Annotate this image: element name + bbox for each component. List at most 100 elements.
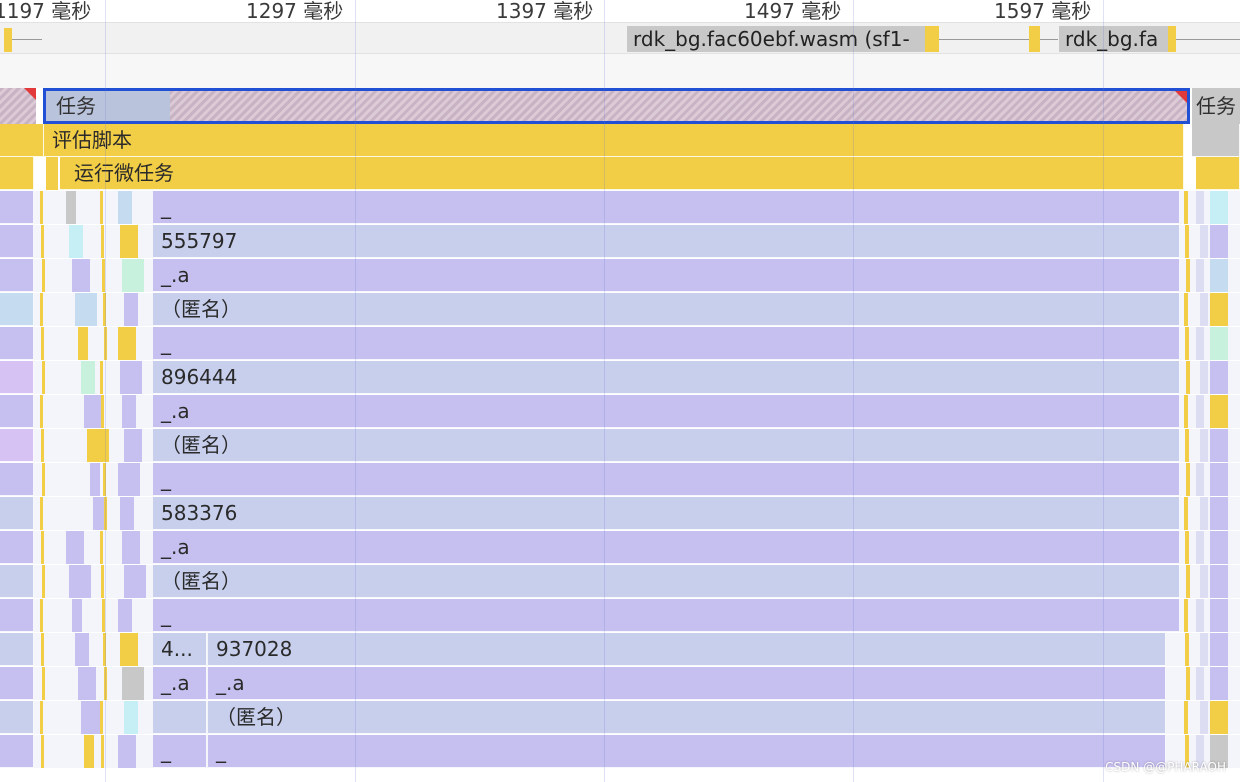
function-call-bar[interactable]: _	[153, 735, 207, 768]
slice[interactable]	[0, 735, 34, 768]
slice	[1210, 191, 1228, 224]
slice[interactable]	[0, 157, 34, 190]
slice[interactable]	[0, 531, 34, 564]
function-call-bar[interactable]: _	[208, 735, 1166, 768]
function-name: _.a	[161, 263, 190, 287]
slice[interactable]	[0, 225, 34, 258]
function-call-bar[interactable]: （匿名）	[153, 293, 1180, 326]
slice	[101, 395, 104, 428]
slice	[1185, 327, 1189, 360]
slice[interactable]	[0, 259, 34, 292]
slice	[122, 531, 140, 564]
slice[interactable]	[0, 463, 34, 496]
function-call-bar[interactable]: （匿名）	[153, 429, 1180, 462]
run-microtasks-bar[interactable]: 运行微任务	[60, 157, 1184, 190]
slice	[40, 293, 43, 326]
slice	[42, 463, 45, 496]
timeline-ruler[interactable]: 1197 毫秒 1297 毫秒 1397 毫秒 1497 毫秒 1597 毫秒	[0, 0, 1240, 23]
slice	[40, 497, 43, 530]
function-call-bar[interactable]: _.a	[153, 531, 1180, 564]
slice	[1184, 497, 1188, 530]
task-bar-selected[interactable]: 任务	[43, 88, 1190, 124]
slice	[40, 599, 43, 632]
network-request-small[interactable]	[1029, 26, 1040, 52]
function-call-bar[interactable]: _	[153, 599, 1180, 632]
slice	[41, 225, 44, 258]
slice[interactable]	[0, 599, 34, 632]
slice	[1210, 225, 1228, 258]
function-call-bar[interactable]: _.a	[153, 667, 207, 700]
function-name: 583376	[161, 501, 238, 525]
slice	[102, 429, 105, 462]
slice	[78, 667, 96, 700]
slice	[1184, 293, 1188, 326]
function-call-bar[interactable]: （匿名）	[208, 701, 1166, 734]
slice	[1200, 361, 1208, 394]
slice[interactable]	[0, 293, 34, 326]
slice	[46, 157, 58, 190]
slice[interactable]	[0, 327, 34, 360]
slice	[120, 633, 138, 666]
task-bar-right[interactable]: 任务	[1192, 88, 1240, 124]
function-call-bar[interactable]: _	[153, 327, 1180, 360]
slice	[102, 599, 105, 632]
slice	[1210, 633, 1228, 666]
function-call-bar[interactable]: _.a	[153, 395, 1180, 428]
flame-lane: _ _	[0, 735, 1240, 768]
slice[interactable]	[0, 429, 34, 462]
slice	[104, 327, 107, 360]
function-call-bar[interactable]: _	[153, 191, 1180, 224]
slice	[1196, 395, 1204, 428]
slice[interactable]	[0, 395, 34, 428]
slice	[75, 633, 89, 666]
function-name: 555797	[161, 229, 238, 253]
slice[interactable]	[0, 701, 34, 734]
slice	[124, 565, 146, 598]
slice	[1210, 701, 1228, 734]
function-call-bar[interactable]: _.a	[208, 667, 1166, 700]
function-call-bar[interactable]: _	[153, 463, 1180, 496]
slice	[122, 259, 144, 292]
function-call-bar[interactable]: 555797	[153, 225, 1180, 258]
evaluate-script-bar[interactable]	[0, 124, 44, 157]
function-call-bar[interactable]	[153, 701, 207, 734]
slice	[101, 565, 104, 598]
tick-label: 1497 毫秒	[744, 0, 842, 23]
function-name: _	[161, 739, 171, 763]
slice	[1210, 429, 1228, 462]
slice	[100, 531, 103, 564]
slice	[1200, 633, 1208, 666]
slice[interactable]	[0, 361, 34, 394]
slice	[1185, 225, 1189, 258]
network-request[interactable]: rdk_bg.fa	[1059, 26, 1169, 52]
function-call-bar[interactable]: 896444	[153, 361, 1180, 394]
slice[interactable]	[0, 565, 34, 598]
watermark: CSDN @@PHARAOH	[1105, 760, 1226, 774]
function-call-bar[interactable]: （匿名）	[153, 565, 1180, 598]
slice[interactable]	[1196, 157, 1240, 190]
function-call-bar[interactable]: 937028	[208, 633, 1166, 666]
slice[interactable]	[0, 633, 34, 666]
function-call-bar[interactable]: _.a	[153, 259, 1180, 292]
network-request[interactable]: rdk_bg.fac60ebf.wasm (sf1-	[627, 26, 927, 52]
function-name: 896444	[161, 365, 238, 389]
network-whisker	[1040, 39, 1058, 40]
function-call-bar[interactable]: 4...	[153, 633, 207, 666]
slice	[40, 395, 43, 428]
slice	[120, 225, 138, 258]
slice[interactable]	[1192, 124, 1240, 157]
slice	[102, 259, 105, 292]
function-call-bar[interactable]: 583376	[153, 497, 1180, 530]
evaluate-script-bar[interactable]: 评估脚本	[44, 124, 1184, 157]
slice	[87, 429, 109, 462]
slice	[1186, 463, 1190, 496]
slice	[75, 293, 97, 326]
slice	[1200, 225, 1208, 258]
task-lane: 任务 任务	[0, 88, 1240, 124]
slice[interactable]	[0, 667, 34, 700]
flame-lane: _.a	[0, 531, 1240, 564]
slice	[1196, 599, 1204, 632]
slice[interactable]	[0, 191, 34, 224]
slice[interactable]	[0, 497, 34, 530]
network-request-small[interactable]	[4, 28, 12, 52]
